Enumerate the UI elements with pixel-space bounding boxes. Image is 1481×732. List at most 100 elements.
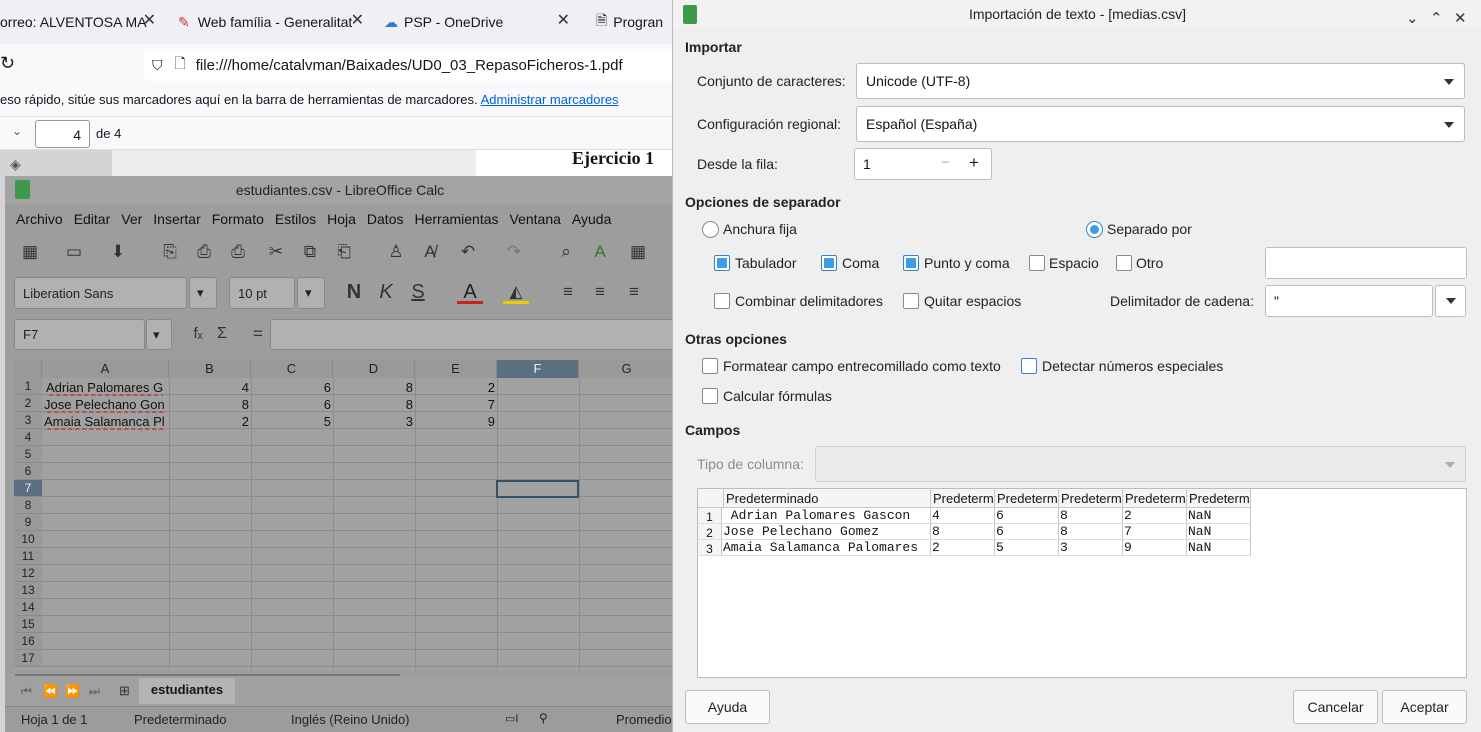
cell-b2[interactable]: 8 — [169, 396, 249, 413]
font-name-box[interactable]: Liberation Sans — [14, 277, 187, 309]
tab-mail[interactable]: orreo: ALVENTOSA MA ✕ — [0, 8, 160, 36]
menu-archivo[interactable]: Archivo — [16, 211, 63, 227]
locale-select[interactable]: Español (España) — [856, 106, 1465, 142]
cell-b3[interactable]: 2 — [169, 413, 249, 430]
help-button[interactable]: Ayuda — [685, 690, 770, 724]
prev-sheet-icon[interactable]: ⏪ — [43, 684, 58, 698]
row-header[interactable]: 8 — [14, 497, 42, 514]
cell-a2[interactable]: Jose Pelechano Gon — [44, 396, 168, 413]
menu-ayuda[interactable]: Ayuda — [572, 211, 611, 227]
cell-b1[interactable]: 4 — [169, 379, 249, 396]
font-name-dropdown[interactable]: ▾ — [189, 277, 217, 309]
menu-ver[interactable]: Ver — [121, 211, 142, 227]
string-delimiter-input[interactable]: " — [1265, 285, 1433, 317]
close-icon[interactable]: ✕ — [557, 10, 570, 30]
column-header-a[interactable]: A — [42, 360, 169, 378]
other-checkbox[interactable] — [1116, 255, 1132, 271]
quoted-as-text-checkbox[interactable] — [702, 358, 718, 374]
row-header[interactable]: 11 — [14, 548, 42, 565]
tab-onedrive[interactable]: ☁ PSP - OneDrive ✕ — [384, 8, 574, 36]
special-numbers-checkbox[interactable] — [1021, 358, 1037, 374]
close-icon[interactable]: ✕ — [1454, 5, 1467, 33]
minimize-icon[interactable]: ⌄ — [1406, 5, 1419, 33]
separated-by-radio[interactable] — [1086, 221, 1103, 238]
fixed-width-radio[interactable] — [702, 221, 719, 238]
find-replace-icon[interactable]: ⌕ — [553, 240, 579, 264]
italic-icon[interactable]: K — [373, 280, 399, 304]
reload-icon[interactable]: ↻ — [0, 53, 15, 74]
font-size-dropdown[interactable]: ▾ — [297, 277, 325, 309]
tab-checkbox[interactable] — [714, 255, 730, 271]
formula-icon[interactable]: = — [245, 322, 271, 346]
from-row-spinner[interactable]: 1 − + — [854, 148, 992, 180]
other-separator-input[interactable] — [1265, 247, 1467, 279]
clone-format-icon[interactable]: ♙ — [383, 240, 409, 264]
preview-column-header[interactable]: Predeterm — [1059, 489, 1123, 508]
formula-input[interactable] — [270, 319, 675, 350]
tab-web-familia[interactable]: ✎ Web família - Generalitat ✕ — [178, 8, 368, 36]
horizontal-scrollbar[interactable] — [15, 674, 400, 676]
row-header[interactable]: 5 — [14, 446, 42, 463]
column-header-d[interactable]: D — [333, 360, 415, 378]
minus-icon[interactable]: − — [941, 154, 950, 171]
close-icon[interactable]: ✕ — [351, 10, 364, 30]
new-icon[interactable]: ▦ — [17, 240, 43, 264]
menu-formato[interactable]: Formato — [212, 211, 264, 227]
tab-program[interactable]: 🗎 Progran — [596, 8, 666, 36]
row-header[interactable]: 16 — [14, 633, 42, 650]
cancel-button[interactable]: Cancelar — [1293, 690, 1378, 724]
trim-spaces-checkbox[interactable] — [903, 293, 919, 309]
cell-e3[interactable]: 9 — [415, 413, 495, 430]
fields-preview[interactable]: Predeterminado Predeterm Predeterm Prede… — [697, 488, 1467, 678]
table-icon[interactable]: ▦ — [625, 240, 651, 264]
column-header-e[interactable]: E — [415, 360, 497, 378]
name-box[interactable]: F7 — [14, 319, 145, 350]
selection-mode-icon[interactable]: ▭I — [505, 712, 518, 725]
active-cell-cursor[interactable] — [496, 480, 579, 498]
column-header-b[interactable]: B — [169, 360, 251, 378]
evaluate-formulas-checkbox[interactable] — [702, 388, 718, 404]
last-sheet-icon[interactable]: ⏭ — [89, 684, 100, 699]
maximize-icon[interactable]: ⌃ — [1430, 5, 1443, 33]
name-box-dropdown[interactable]: ▾ — [146, 319, 172, 350]
font-color-icon[interactable]: A — [457, 280, 483, 304]
bold-icon[interactable]: N — [341, 280, 367, 304]
row-header[interactable]: 7 — [14, 480, 42, 497]
string-delimiter-dropdown[interactable] — [1435, 285, 1466, 317]
next-sheet-icon[interactable]: ⏩ — [65, 684, 80, 698]
menu-herramientas[interactable]: Herramientas — [414, 211, 498, 227]
print-preview-icon[interactable]: ⎙ — [225, 240, 251, 264]
cell-e2[interactable]: 7 — [415, 396, 495, 413]
font-size-box[interactable]: 10 pt — [229, 277, 295, 309]
cell-a1[interactable]: Adrian Palomares G — [46, 379, 168, 396]
row-header[interactable]: 4 — [14, 429, 42, 446]
preview-column-header[interactable]: Predeterminado — [724, 489, 931, 508]
preview-column-header[interactable]: Predeterm — [995, 489, 1059, 508]
row-header[interactable]: 2 — [14, 395, 42, 412]
cut-icon[interactable]: ✂ — [263, 240, 289, 264]
export-pdf-icon[interactable]: ⎘ — [157, 240, 183, 264]
function-wizard-icon[interactable]: fₓ — [185, 322, 211, 346]
clear-format-icon[interactable]: A̸ — [417, 240, 443, 264]
digital-signature-icon[interactable]: ⚲ — [539, 711, 548, 725]
cell-a3[interactable]: Amaia Salamanca Pl — [44, 413, 168, 430]
column-header-c[interactable]: C — [251, 360, 333, 378]
menu-estilos[interactable]: Estilos — [275, 211, 316, 227]
row-header[interactable]: 3 — [14, 412, 42, 429]
space-checkbox[interactable] — [1029, 255, 1045, 271]
plus-icon[interactable]: + — [969, 153, 979, 173]
preview-column-header[interactable]: Predeterm — [1123, 489, 1187, 508]
cell-d1[interactable]: 8 — [333, 379, 413, 396]
print-icon[interactable]: ⎙ — [191, 240, 217, 264]
menu-ventana[interactable]: Ventana — [510, 211, 561, 227]
spelling-icon[interactable]: A — [587, 240, 613, 264]
add-sheet-icon[interactable]: ⊞ — [119, 683, 130, 699]
select-all-corner[interactable] — [14, 360, 42, 378]
status-language[interactable]: Inglés (Reino Unido) — [291, 712, 410, 727]
align-right-icon[interactable]: ≡ — [621, 280, 647, 304]
cell-c3[interactable]: 5 — [251, 413, 331, 430]
row-header[interactable]: 17 — [14, 650, 42, 667]
url-field[interactable]: ⛉ 🗋 file:///home/catalvman/Baixades/UD0_… — [144, 49, 684, 81]
open-icon[interactable]: ▭ — [61, 240, 87, 264]
sheet-tab-estudiantes[interactable]: estudiantes — [139, 678, 235, 704]
